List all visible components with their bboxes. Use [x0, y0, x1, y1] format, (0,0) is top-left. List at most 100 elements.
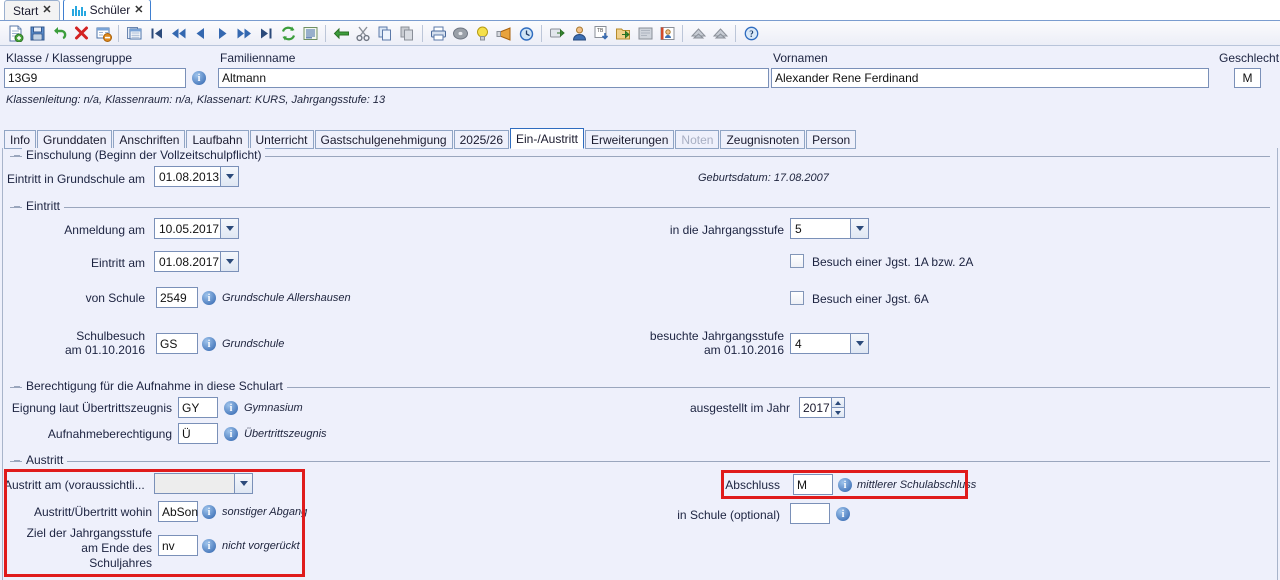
ziel-jahrgangsstufe-info-icon[interactable]: i — [202, 539, 216, 553]
spinner-up-icon[interactable] — [831, 397, 845, 407]
lastname-input[interactable]: Altmann — [218, 68, 769, 88]
ziel-jahrgangsstufe-label-line1: Ziel der Jahrgangsstufe — [26, 526, 152, 540]
aufnahmeberechtigung-input[interactable]: Ü — [178, 423, 218, 444]
class-input[interactable]: 13G9 — [4, 68, 186, 88]
tab-erweiterungen[interactable]: Erweiterungen — [585, 130, 675, 149]
tb-download-icon[interactable]: TB — [591, 23, 611, 43]
copy-icon[interactable] — [375, 23, 395, 43]
gender-input[interactable]: M — [1234, 68, 1261, 88]
toolbar-separator — [541, 24, 542, 42]
note-icon[interactable] — [635, 23, 655, 43]
tab-zeugnisnoten[interactable]: Zeugnisnoten — [720, 130, 806, 149]
firstname-input[interactable]: Alexander Rene Ferdinand — [771, 68, 1209, 88]
tab-laufbahn[interactable]: Laufbahn — [186, 130, 249, 149]
chevron-down-icon[interactable] — [220, 251, 239, 272]
eintritt-am-value[interactable]: 01.08.2017 — [154, 251, 220, 272]
checkbox-jgst-6a[interactable] — [790, 291, 804, 305]
fast-back-icon[interactable] — [168, 23, 188, 43]
in-schule-info-icon[interactable]: i — [836, 507, 850, 521]
hint-icon[interactable] — [472, 23, 492, 43]
refresh-icon[interactable] — [278, 23, 298, 43]
merge-up-icon[interactable] — [688, 23, 708, 43]
close-icon[interactable]: ✕ — [134, 4, 143, 16]
chevron-down-icon[interactable] — [850, 333, 869, 354]
ausgestellt-jahr-value[interactable]: 2017 — [799, 397, 831, 418]
export-icon[interactable] — [547, 23, 567, 43]
window-tab-start[interactable]: Start ✕ — [4, 0, 60, 20]
detail-tab-strip: Info Grunddaten Anschriften Laufbahn Unt… — [4, 128, 857, 149]
spinner-down-icon[interactable] — [831, 407, 845, 418]
chevron-down-icon[interactable] — [234, 473, 253, 494]
abschluss-input[interactable]: M — [793, 474, 833, 495]
schulbesuch-note: Grundschule — [222, 338, 285, 350]
von-schule-label: von Schule — [85, 291, 145, 305]
merge-down-icon[interactable] — [710, 23, 730, 43]
tab-info[interactable]: Info — [4, 130, 37, 149]
in-jahrgangsstufe-value[interactable]: 5 — [790, 218, 850, 239]
austritt-am-combo[interactable] — [154, 473, 253, 494]
ausgestellt-jahr-spinner[interactable]: 2017 — [799, 397, 845, 418]
anmeldung-combo[interactable]: 10.05.2017 — [154, 218, 239, 239]
fast-forward-icon[interactable] — [234, 23, 254, 43]
schulbesuch-label-line1: Schulbesuch — [76, 329, 145, 343]
abschluss-info-icon[interactable]: i — [838, 478, 852, 492]
delete-icon[interactable] — [71, 23, 91, 43]
in-schule-input[interactable] — [790, 503, 830, 524]
cut-icon[interactable] — [353, 23, 373, 43]
tab-gastschulgenehmigung[interactable]: Gastschulgenehmigung — [314, 130, 453, 149]
tab-anschriften[interactable]: Anschriften — [113, 130, 186, 149]
folder-export-icon[interactable] — [613, 23, 633, 43]
checkbox-jgst-6a-label: Besuch einer Jgst. 6A — [812, 292, 929, 306]
chevron-down-icon[interactable] — [220, 166, 239, 187]
aufnahmeberechtigung-info-icon[interactable]: i — [224, 427, 238, 441]
besuchte-jahrgangsstufe-combo[interactable]: 4 — [790, 333, 869, 354]
next-record-icon[interactable] — [212, 23, 232, 43]
last-record-icon[interactable] — [256, 23, 276, 43]
in-jahrgangsstufe-combo[interactable]: 5 — [790, 218, 869, 239]
austritt-am-value[interactable] — [154, 473, 234, 494]
list-icon[interactable] — [300, 23, 320, 43]
eintritt-am-combo[interactable]: 01.08.2017 — [154, 251, 239, 272]
new-icon[interactable] — [5, 23, 25, 43]
paste-icon[interactable] — [397, 23, 417, 43]
user-icon[interactable] — [569, 23, 589, 43]
tab-2025-26[interactable]: 2025/26 — [453, 130, 509, 149]
entry-primaryschool-combo[interactable]: 01.08.2013 — [154, 166, 239, 187]
prev-record-icon[interactable] — [190, 23, 210, 43]
id-card-icon[interactable] — [657, 23, 677, 43]
ziel-jahrgangsstufe-input[interactable]: nv — [158, 535, 198, 556]
eignung-info-icon[interactable]: i — [224, 401, 238, 415]
besuchte-jahrgangsstufe-value[interactable]: 4 — [790, 333, 850, 354]
austritt-wohin-input[interactable]: AbSon — [158, 501, 198, 522]
tab-person[interactable]: Person — [806, 130, 857, 149]
undo-icon[interactable] — [49, 23, 69, 43]
schulbesuch-info-icon[interactable]: i — [202, 337, 216, 351]
schulbesuch-input[interactable]: GS — [156, 333, 198, 354]
tab-grunddaten[interactable]: Grunddaten — [37, 130, 113, 149]
group-berechtigung-title: Berechtigung für die Aufnahme in diese S… — [22, 379, 287, 393]
window-tab-schueler[interactable]: Schüler ✕ — [62, 0, 152, 20]
austritt-wohin-info-icon[interactable]: i — [202, 505, 216, 519]
cd-icon[interactable] — [450, 23, 470, 43]
print-icon[interactable] — [428, 23, 448, 43]
table-view-icon[interactable] — [124, 23, 144, 43]
tab-ein-austritt[interactable]: Ein-/Austritt — [510, 128, 585, 149]
back-arrow-icon[interactable] — [331, 23, 351, 43]
entry-primaryschool-value[interactable]: 01.08.2013 — [154, 166, 220, 187]
chevron-down-icon[interactable] — [850, 218, 869, 239]
tab-unterricht[interactable]: Unterricht — [249, 130, 314, 149]
von-schule-input[interactable]: 2549 — [156, 287, 198, 308]
save-icon[interactable] — [27, 23, 47, 43]
anmeldung-value[interactable]: 10.05.2017 — [154, 218, 220, 239]
eignung-input[interactable]: GY — [178, 397, 218, 418]
class-info-icon[interactable]: i — [192, 71, 206, 85]
chevron-down-icon[interactable] — [220, 218, 239, 239]
help-icon[interactable]: ? — [741, 23, 761, 43]
close-icon[interactable]: ✕ — [42, 5, 51, 16]
remove-record-icon[interactable] — [93, 23, 113, 43]
first-record-icon[interactable] — [146, 23, 166, 43]
von-schule-info-icon[interactable]: i — [202, 291, 216, 305]
clock-icon[interactable] — [516, 23, 536, 43]
checkbox-jgst-1a-2a[interactable] — [790, 254, 804, 268]
megaphone-icon[interactable] — [494, 23, 514, 43]
